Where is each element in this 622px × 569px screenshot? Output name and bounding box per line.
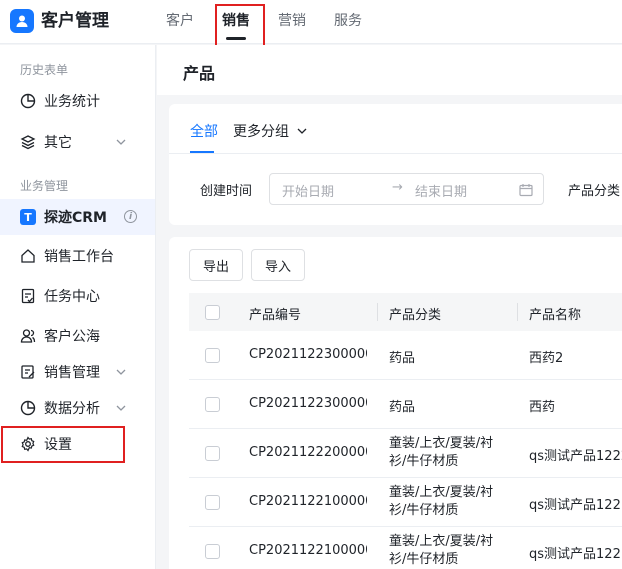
chevron-down-icon: [116, 369, 126, 375]
app-logo: [10, 9, 34, 33]
column-divider: [517, 303, 518, 321]
sidebar-item-label: 其它: [44, 135, 72, 151]
cell-category: 童装/上衣/夏装/衬衫/牛仔材质: [389, 485, 494, 518]
table-header: 产品编号 产品分类 产品名称: [189, 293, 622, 331]
page-title: 产品: [183, 64, 216, 83]
tab-more-groups-label: 更多分组: [233, 124, 289, 140]
sidebar-item-label: 数据分析: [44, 401, 100, 417]
tab-service[interactable]: 服务: [334, 11, 362, 31]
arrow-right-icon: →: [392, 180, 403, 195]
column-header-category[interactable]: 产品分类: [389, 304, 441, 323]
end-date-input[interactable]: 结束日期: [415, 181, 467, 200]
calendar-icon: [519, 184, 533, 197]
layers-icon: [20, 134, 36, 150]
row-checkbox[interactable]: [205, 446, 220, 461]
top-bar: 客户管理 客户 销售 营销 服务: [0, 0, 622, 44]
column-header-code[interactable]: 产品编号: [249, 304, 301, 323]
sidebar-item-label: 探迹CRM: [44, 210, 107, 226]
tab-customer[interactable]: 客户: [166, 11, 194, 31]
product-table-card: 导出 导入 产品编号 产品分类 产品名称 CP2021122300000015 …: [169, 237, 622, 569]
column-divider: [377, 303, 378, 321]
row-checkbox[interactable]: [205, 397, 220, 412]
sidebar-item-sales-management[interactable]: 销售管理: [0, 354, 155, 390]
sidebar-item-business-stats[interactable]: 业务统计: [0, 83, 155, 119]
chevron-down-icon: [116, 139, 126, 145]
sidebar-item-crm[interactable]: T 探迹CRM i: [0, 199, 155, 235]
highlight-box-sales-tab: [215, 4, 265, 50]
cell-name: qs测试产品1222: [529, 449, 622, 464]
pie-chart-icon: [20, 93, 36, 109]
sidebar-item-other[interactable]: 其它: [0, 124, 155, 160]
app-title: 客户管理: [41, 11, 109, 31]
cell-code: CP2021122100000014: [249, 494, 367, 509]
cell-code: CP2021122300000015: [249, 396, 367, 411]
tab-more-groups[interactable]: 更多分组: [233, 121, 307, 141]
users-icon: [20, 328, 36, 344]
edit-icon: [20, 364, 36, 380]
sidebar-item-data-analysis[interactable]: 数据分析: [0, 390, 155, 426]
product-category-label: 产品分类: [568, 184, 621, 199]
chevron-down-icon: [116, 405, 126, 411]
page-header: 产品: [157, 45, 622, 95]
table-row[interactable]: CP2021122100000014 童装/上衣/夏装/衬衫/牛仔材质 qs测试…: [189, 478, 622, 527]
cell-category: 药品: [389, 351, 416, 366]
sidebar-item-sales-workbench[interactable]: 销售工作台: [0, 238, 155, 274]
cell-code: CP2021122200000015: [249, 445, 367, 460]
cell-category: 童装/上衣/夏装/衬衫/牛仔材质: [389, 436, 494, 469]
export-button[interactable]: 导出: [189, 249, 243, 281]
cell-name: 西药: [529, 400, 556, 415]
cell-name: qs测试产品1221: [529, 498, 622, 513]
info-icon[interactable]: i: [124, 210, 137, 223]
divider: [169, 153, 622, 154]
chevron-down-icon: [297, 128, 307, 134]
tab-all[interactable]: 全部: [190, 121, 218, 141]
crm-logo-icon: T: [20, 209, 36, 225]
table-row[interactable]: CP2021122300000015 药品 西药: [189, 380, 622, 429]
date-range-picker[interactable]: 开始日期 → 结束日期: [269, 173, 544, 205]
sidebar-item-label: 业务统计: [44, 94, 100, 110]
row-checkbox[interactable]: [205, 544, 220, 559]
import-button[interactable]: 导入: [251, 249, 305, 281]
sidebar-item-label: 销售工作台: [44, 249, 114, 265]
pie-chart-icon: [20, 400, 36, 416]
start-date-input[interactable]: 开始日期: [282, 181, 334, 200]
section-label-history: 历史表单: [20, 63, 69, 77]
tab-marketing[interactable]: 营销: [278, 11, 306, 31]
table-row[interactable]: CP2021122100000014 童装/上衣/夏装/衬衫/牛仔材质 qs测试…: [189, 527, 622, 569]
table-row[interactable]: CP2021122200000015 童装/上衣/夏装/衬衫/牛仔材质 qs测试…: [189, 429, 622, 478]
cell-code: CP2021122300000015: [249, 347, 367, 362]
sidebar-item-customer-pool[interactable]: 客户公海: [0, 318, 155, 354]
filter-panel: 全部 更多分组 创建时间 开始日期 → 结束日期 产品分类: [169, 104, 622, 225]
sidebar-item-label: 客户公海: [44, 329, 100, 345]
cell-category: 童装/上衣/夏装/衬衫/牛仔材质: [389, 534, 494, 567]
select-all-checkbox[interactable]: [205, 305, 220, 320]
sidebar: 历史表单 业务统计 其它 业务管理 T 探迹CRM i 销售工作台 任务中心 客…: [0, 45, 156, 569]
cell-name: 西药2: [529, 351, 564, 366]
row-checkbox[interactable]: [205, 495, 220, 510]
created-time-label: 创建时间: [200, 184, 253, 199]
highlight-box-settings: [1, 426, 125, 463]
sidebar-item-label: 销售管理: [44, 365, 100, 381]
cell-name: qs测试产品1221: [529, 547, 622, 562]
cell-category: 药品: [389, 400, 416, 415]
column-header-name[interactable]: 产品名称: [529, 304, 581, 323]
sidebar-item-label: 任务中心: [44, 289, 100, 305]
row-checkbox[interactable]: [205, 348, 220, 363]
table-row[interactable]: CP2021122300000015 药品 西药2: [189, 331, 622, 380]
user-icon: [16, 15, 28, 27]
task-icon: [20, 288, 36, 304]
cell-code: CP2021122100000014: [249, 543, 367, 558]
sidebar-item-task-center[interactable]: 任务中心: [0, 278, 155, 314]
home-icon: [20, 248, 36, 264]
section-label-business: 业务管理: [20, 179, 69, 193]
